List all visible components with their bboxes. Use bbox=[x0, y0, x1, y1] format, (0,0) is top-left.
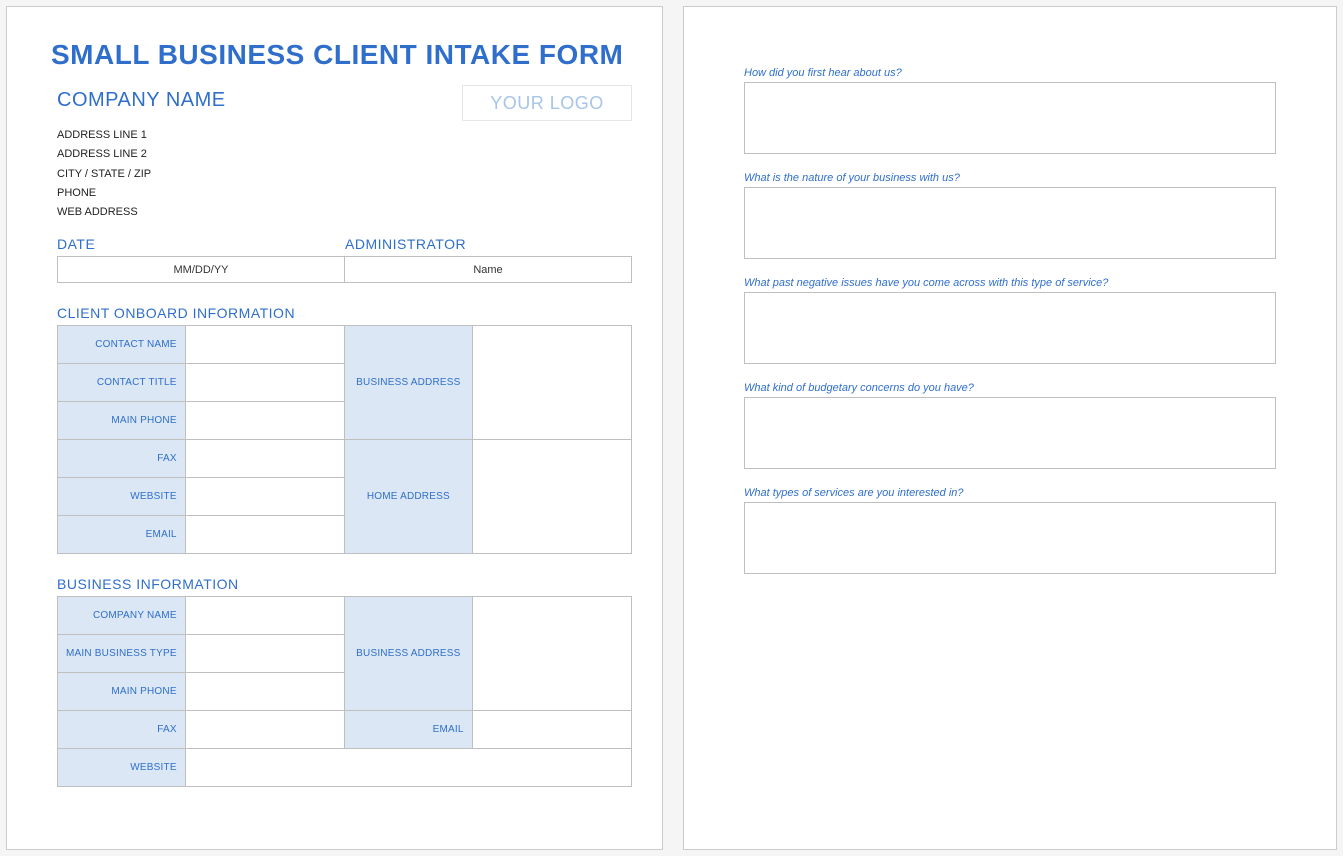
form-title: SMALL BUSINESS CLIENT INTAKE FORM bbox=[51, 39, 632, 71]
label-fax: FAX bbox=[58, 440, 186, 478]
company-phone[interactable]: PHONE bbox=[57, 184, 632, 203]
question-2: What is the nature of your business with… bbox=[744, 172, 1276, 259]
logo-placeholder[interactable]: YOUR LOGO bbox=[462, 85, 632, 121]
company-web[interactable]: WEB ADDRESS bbox=[57, 203, 632, 222]
label-website: WEBSITE bbox=[58, 478, 186, 516]
question-3: What past negative issues have you come … bbox=[744, 277, 1276, 364]
label-email: EMAIL bbox=[58, 516, 186, 554]
page-2: How did you first hear about us? What is… bbox=[683, 6, 1337, 850]
label-contact-name: CONTACT NAME bbox=[58, 326, 186, 364]
address-line-2[interactable]: ADDRESS LINE 2 bbox=[57, 145, 632, 164]
question-5: What types of services are you intereste… bbox=[744, 487, 1276, 574]
q2-label: What is the nature of your business with… bbox=[744, 172, 1276, 184]
q5-label: What types of services are you intereste… bbox=[744, 487, 1276, 499]
client-onboard-table: CONTACT NAME BUSINESS ADDRESS CONTACT TI… bbox=[57, 325, 632, 554]
input-bi-email[interactable] bbox=[472, 711, 631, 749]
question-4: What kind of budgetary concerns do you h… bbox=[744, 382, 1276, 469]
header-row: COMPANY NAME YOUR LOGO bbox=[57, 89, 632, 126]
label-business-address: BUSINESS ADDRESS bbox=[345, 326, 473, 440]
q1-input[interactable] bbox=[744, 82, 1276, 154]
address-line-1[interactable]: ADDRESS LINE 1 bbox=[57, 126, 632, 145]
label-home-address: HOME ADDRESS bbox=[345, 440, 473, 554]
label-bi-business-type: MAIN BUSINESS TYPE bbox=[58, 635, 186, 673]
q2-input[interactable] bbox=[744, 187, 1276, 259]
date-admin-labels: DATE ADMINISTRATOR bbox=[57, 236, 632, 252]
label-contact-title: CONTACT TITLE bbox=[58, 364, 186, 402]
input-contact-name[interactable] bbox=[185, 326, 344, 364]
q4-input[interactable] bbox=[744, 397, 1276, 469]
label-bi-email: EMAIL bbox=[345, 711, 473, 749]
input-bi-business-type[interactable] bbox=[185, 635, 344, 673]
input-bi-fax[interactable] bbox=[185, 711, 344, 749]
company-name-placeholder[interactable]: COMPANY NAME bbox=[57, 89, 226, 112]
question-1: How did you first hear about us? bbox=[744, 67, 1276, 154]
label-bi-fax: FAX bbox=[58, 711, 186, 749]
company-address-block: ADDRESS LINE 1 ADDRESS LINE 2 CITY / STA… bbox=[57, 126, 632, 222]
client-onboard-heading: CLIENT ONBOARD INFORMATION bbox=[57, 305, 632, 321]
date-field[interactable]: MM/DD/YY bbox=[58, 257, 345, 283]
input-bi-company-name[interactable] bbox=[185, 597, 344, 635]
input-fax[interactable] bbox=[185, 440, 344, 478]
input-bi-main-phone[interactable] bbox=[185, 673, 344, 711]
label-main-phone: MAIN PHONE bbox=[58, 402, 186, 440]
label-bi-company-name: COMPANY NAME bbox=[58, 597, 186, 635]
input-business-address[interactable] bbox=[472, 326, 631, 440]
admin-label: ADMINISTRATOR bbox=[345, 236, 466, 252]
input-email[interactable] bbox=[185, 516, 344, 554]
input-bi-website[interactable] bbox=[185, 749, 631, 787]
business-info-heading: BUSINESS INFORMATION bbox=[57, 576, 632, 592]
city-state-zip[interactable]: CITY / STATE / ZIP bbox=[57, 165, 632, 184]
q5-input[interactable] bbox=[744, 502, 1276, 574]
q3-label: What past negative issues have you come … bbox=[744, 277, 1276, 289]
q1-label: How did you first hear about us? bbox=[744, 67, 1276, 79]
input-website[interactable] bbox=[185, 478, 344, 516]
page-1: SMALL BUSINESS CLIENT INTAKE FORM COMPAN… bbox=[6, 6, 663, 850]
label-bi-business-address: BUSINESS ADDRESS bbox=[345, 597, 473, 711]
admin-field[interactable]: Name bbox=[345, 257, 632, 283]
input-bi-business-address[interactable] bbox=[472, 597, 631, 711]
date-admin-table: MM/DD/YY Name bbox=[57, 256, 632, 283]
label-bi-website: WEBSITE bbox=[58, 749, 186, 787]
q4-label: What kind of budgetary concerns do you h… bbox=[744, 382, 1276, 394]
q3-input[interactable] bbox=[744, 292, 1276, 364]
label-bi-main-phone: MAIN PHONE bbox=[58, 673, 186, 711]
business-info-table: COMPANY NAME BUSINESS ADDRESS MAIN BUSIN… bbox=[57, 596, 632, 787]
input-main-phone[interactable] bbox=[185, 402, 344, 440]
input-contact-title[interactable] bbox=[185, 364, 344, 402]
date-label: DATE bbox=[57, 236, 345, 252]
input-home-address[interactable] bbox=[472, 440, 631, 554]
